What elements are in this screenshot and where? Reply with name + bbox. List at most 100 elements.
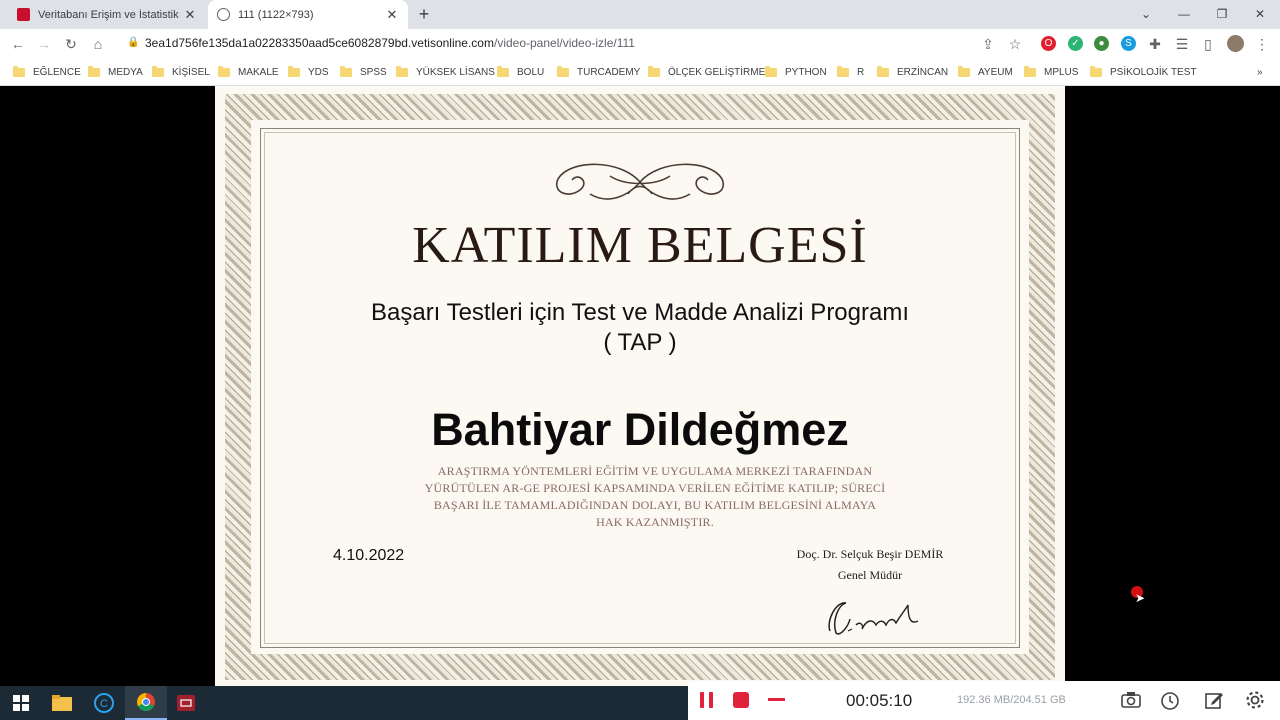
bookmark-label: R (857, 67, 865, 78)
bookmark-label: PYTHON (785, 67, 827, 78)
signer-block: Doç. Dr. Selçuk Beşir DEMİR Genel Müdür (775, 544, 965, 586)
extensions-puzzle-icon[interactable]: ✚ (1146, 35, 1164, 53)
folder-icon (877, 66, 889, 77)
new-tab-button[interactable]: + (415, 5, 433, 23)
back-icon[interactable]: ← (9, 35, 27, 53)
bookmark-folder[interactable]: MEDYA (88, 65, 143, 80)
bookmark-folder[interactable]: EĞLENCE (13, 65, 81, 80)
statement-line: HAK KAZANMIŞTIR. (596, 515, 714, 529)
folder-icon (88, 66, 100, 77)
bookmark-folder[interactable]: R (837, 65, 864, 80)
bookmark-label: PSİKOLOJİK TEST (1110, 67, 1197, 78)
folder-icon (1024, 66, 1036, 77)
folder-icon (648, 66, 660, 77)
folder-icon (765, 66, 777, 77)
program-name: Başarı Testleri için Test ve Madde Anali… (215, 298, 1065, 358)
folder-icon (152, 66, 164, 77)
bookmark-folder[interactable]: BOLU (497, 65, 544, 80)
app-c-icon[interactable]: C (83, 686, 125, 720)
bookmark-folder[interactable]: TURCADEMY (557, 65, 640, 80)
tab-video[interactable]: 111 (1122×793) ✕ (208, 0, 408, 29)
bookmark-folder[interactable]: YÜKSEK LİSANS (396, 65, 495, 80)
handwritten-signature (828, 602, 919, 635)
bookmark-label: ERZİNCAN (897, 67, 949, 78)
certificate-title: KATILIM BELGESİ (412, 217, 868, 274)
reading-list-icon[interactable]: ☰ (1173, 35, 1191, 53)
bookmark-folder[interactable]: PYTHON (765, 65, 827, 80)
forward-icon[interactable]: → (35, 35, 53, 53)
bookmark-star-icon[interactable]: ☆ (1006, 35, 1024, 53)
certificate-date: 4.10.2022 (333, 547, 405, 564)
program-line-1: Başarı Testleri için Test ve Madde Anali… (370, 299, 910, 326)
bookmark-label: EĞLENCE (33, 67, 81, 78)
close-window-button[interactable]: ✕ (1250, 4, 1270, 24)
chrome-icon[interactable] (125, 686, 167, 720)
close-icon[interactable]: ✕ (384, 7, 400, 23)
pause-recording-button[interactable] (700, 692, 714, 708)
folder-icon (288, 66, 300, 77)
camera-icon[interactable] (1120, 689, 1142, 711)
minimize-button[interactable]: — (1174, 4, 1194, 24)
bookmark-folder[interactable]: PSİKOLOJİK TEST (1090, 65, 1197, 80)
menu-kebab-icon[interactable]: ⋮ (1253, 35, 1271, 53)
bookmark-folder[interactable]: YDS (288, 65, 329, 80)
page-viewport: KATILIM BELGESİ Başarı Testleri için Tes… (0, 86, 1280, 686)
share-icon[interactable]: ⇪ (979, 35, 997, 53)
flourish-ornament (555, 163, 725, 200)
skype-extension-icon[interactable]: S (1121, 36, 1136, 51)
bookmarks-overflow-button[interactable]: » (1257, 65, 1263, 80)
side-panel-icon[interactable]: ▯ (1199, 35, 1217, 53)
stop-recording-button[interactable] (733, 692, 749, 708)
avatar[interactable] (1227, 35, 1244, 52)
settings-gear-icon[interactable] (1244, 689, 1266, 711)
bookmark-label: KİŞİSEL (172, 67, 210, 78)
close-icon[interactable]: ✕ (182, 7, 198, 23)
bookmark-label: TURCADEMY (577, 67, 641, 78)
windows-start-icon[interactable] (0, 686, 42, 720)
folder-icon (218, 66, 230, 77)
tab-search-icon[interactable]: ⌄ (1136, 4, 1156, 24)
browser-toolbar: ← → ↻ ⌂ 🔒 3ea1d756fe135da1a02283350aad5c… (0, 29, 1280, 59)
bookmark-label: MPLUS (1044, 67, 1079, 78)
bookmarks-bar: EĞLENCE MEDYA KİŞİSEL MAKALE YDS SPSS YÜ… (0, 59, 1280, 86)
file-explorer-icon[interactable] (41, 686, 83, 720)
schedule-clock-icon[interactable] (1159, 689, 1181, 711)
recording-timer: 00:05:10 (846, 691, 913, 710)
url-text: 3ea1d756fe135da1a02283350aad5ce6082879bd… (145, 36, 635, 50)
bookmark-folder[interactable]: MAKALE (218, 65, 279, 80)
bookmark-folder[interactable]: KİŞİSEL (152, 65, 210, 80)
globe-extension-icon[interactable]: ● (1094, 36, 1109, 51)
certificate-statement: ARAŞTIRMA YÖNTEMLERİ EĞİTİM VE UYGULAMA … (385, 463, 925, 531)
screen-recorder-app-icon[interactable] (165, 686, 207, 720)
folder-icon (837, 66, 849, 77)
tab-veritabani[interactable]: Veritabanı Erişim ve İstatistik Sistemi … (8, 0, 206, 29)
bookmark-folder[interactable]: SPSS (340, 65, 387, 80)
folder-icon (396, 66, 408, 77)
minimize-recorder-button[interactable] (768, 698, 785, 701)
tab-title: Veritabanı Erişim ve İstatistik Sistemi (38, 8, 182, 21)
bookmark-label: AYEUM (978, 67, 1013, 78)
draw-annotate-icon[interactable] (1203, 689, 1225, 711)
bookmark-label: YDS (308, 67, 329, 78)
folder-icon (497, 66, 509, 77)
home-icon[interactable]: ⌂ (89, 35, 107, 53)
bookmark-folder[interactable]: MPLUS (1024, 65, 1078, 80)
folder-icon (958, 66, 970, 77)
statement-line: YÜRÜTÜLEN AR-GE PROJESİ KAPSAMINDA VERİL… (424, 481, 886, 495)
folder-icon (557, 66, 569, 77)
tab-strip: Veritabanı Erişim ve İstatistik Sistemi … (0, 0, 1280, 29)
folder-icon (13, 66, 25, 77)
check-extension-icon[interactable]: ✓ (1068, 36, 1083, 51)
opera-extension-icon[interactable]: O (1041, 36, 1056, 51)
address-bar[interactable]: 🔒 3ea1d756fe135da1a02283350aad5ce6082879… (117, 32, 1033, 56)
bookmark-label: MEDYA (108, 67, 143, 78)
tab-title: 111 (1122×793) (238, 8, 314, 21)
lock-icon: 🔒 (127, 37, 140, 48)
bookmark-folder[interactable]: AYEUM (958, 65, 1013, 80)
restore-button[interactable]: ❐ (1212, 4, 1232, 24)
reload-icon[interactable]: ↻ (62, 35, 80, 53)
bookmark-folder[interactable]: ÖLÇEK GELİŞTİRME (648, 65, 765, 80)
bookmark-label: BOLU (517, 67, 545, 78)
storage-usage: 192.36 MB/204.51 GB (957, 694, 1066, 706)
bookmark-folder[interactable]: ERZİNCAN (877, 65, 948, 80)
